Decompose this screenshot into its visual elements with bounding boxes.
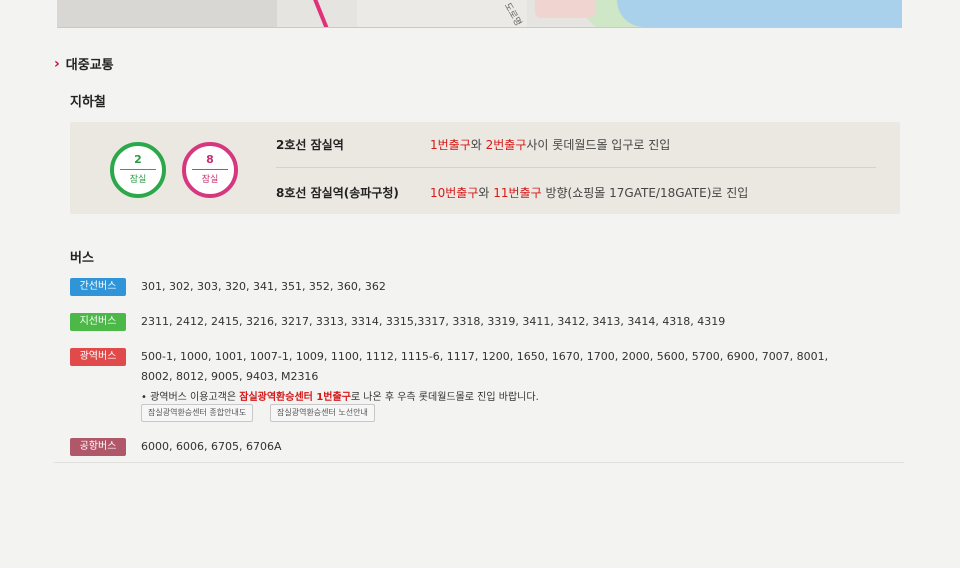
chevron-right-icon: ›	[54, 55, 60, 72]
bus-type-badge: 광역버스	[70, 348, 126, 366]
exit-label: 1번출구	[430, 138, 471, 152]
transfer-center-route-button[interactable]: 잠실광역환승센터 노선안내	[270, 404, 375, 422]
bus-numbers: 301, 302, 303, 320, 341, 351, 352, 360, …	[141, 280, 386, 293]
note-highlight: 잠실광역환승센터 1번출구	[239, 392, 351, 403]
bus-numbers: 6000, 6006, 6705, 6706A	[141, 440, 282, 453]
bus-note: • 광역버스 이용고객은 잠실광역환승센터 1번출구로 나온 후 우측 롯데월드…	[141, 392, 539, 403]
subway-station-name: 8호선 잠실역(송파구청)	[276, 186, 399, 200]
section-title-text: 대중교통	[65, 58, 114, 73]
subway-title: 지하철	[70, 95, 106, 110]
map-landmark	[535, 0, 595, 18]
location-map[interactable]: 도로명	[57, 0, 902, 28]
bus-type-badge: 공항버스	[70, 438, 126, 456]
bus-type-badge: 간선버스	[70, 278, 126, 296]
section-bottom-divider	[54, 462, 904, 463]
line-number: 2	[134, 153, 142, 166]
bus-title: 버스	[70, 251, 94, 266]
bus-type-badge: 지선버스	[70, 313, 126, 331]
subway-directions: 10번출구와 11번출구 방향(쇼핑몰 17GATE/18GATE)로 진입	[430, 186, 749, 200]
bus-numbers: 2311, 2412, 2415, 3216, 3217, 3313, 3314…	[141, 315, 726, 328]
line-station: 잠실	[129, 175, 147, 185]
line-station: 잠실	[201, 175, 219, 185]
exit-label: 10번출구	[430, 186, 479, 200]
transfer-center-map-button[interactable]: 잠실광역환승센터 종합안내도	[141, 404, 254, 422]
map-block	[357, 0, 527, 27]
subway-station-name: 2호선 잠실역	[276, 138, 344, 152]
map-building-area	[57, 0, 277, 27]
exit-label: 11번출구	[493, 186, 542, 200]
map-lake	[617, 0, 902, 27]
subway-directions: 1번출구와 2번출구사이 롯데월드몰 입구로 진입	[430, 138, 671, 152]
section-title: › 대중교통	[54, 54, 114, 74]
subway-info-box: 2 잠실 8 잠실 2호선 잠실역 1번출구와 2번출구사이 롯데월드몰 입구로…	[70, 122, 900, 214]
line-8-badge-icon: 8 잠실	[182, 142, 238, 198]
line-number: 8	[206, 153, 214, 166]
bus-numbers-line2: 8002, 8012, 9005, 9403, M2316	[141, 370, 319, 383]
exit-label: 2번출구	[485, 138, 527, 152]
row-divider	[276, 167, 876, 168]
map-road-line	[311, 0, 331, 27]
bus-numbers: 500-1, 1000, 1001, 1007-1, 1009, 1100, 1…	[141, 350, 829, 363]
line-2-badge-icon: 2 잠실	[110, 142, 166, 198]
